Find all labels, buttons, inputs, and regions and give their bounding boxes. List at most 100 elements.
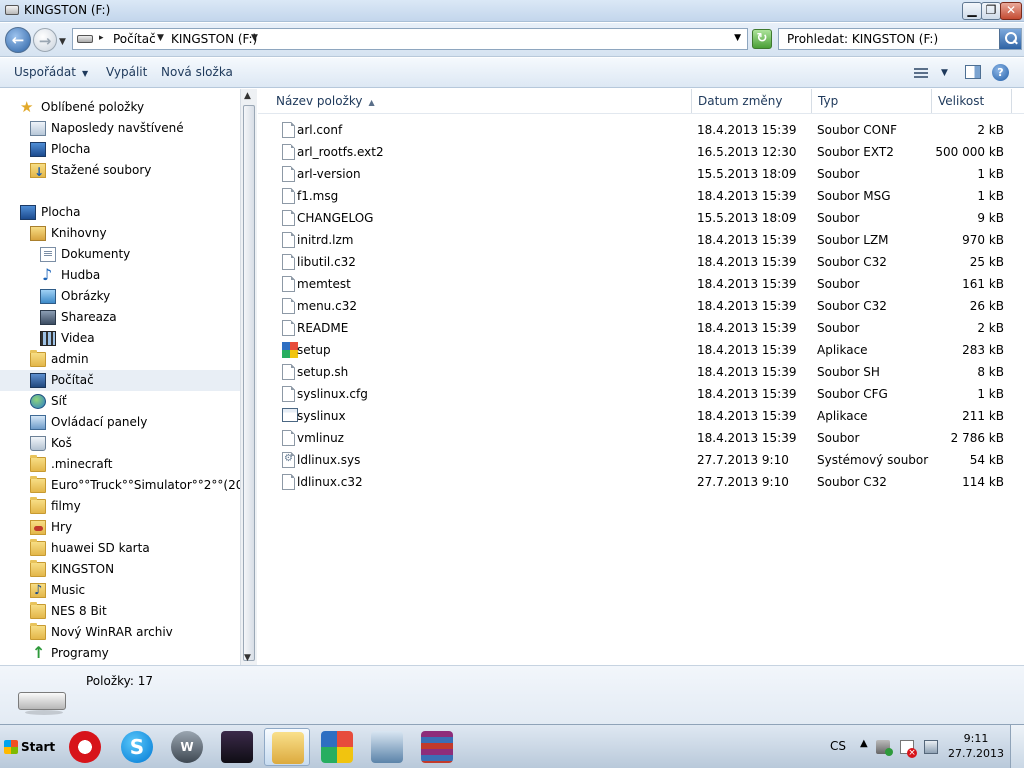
file-row[interactable]: setup 18.4.2013 15:39 Aplikace 283 kB (258, 339, 1024, 361)
file-row[interactable]: menu.c32 18.4.2013 15:39 Soubor C32 26 kB (258, 295, 1024, 317)
back-button[interactable]: ← (5, 27, 31, 53)
chevron-right-icon[interactable]: ▸ (99, 33, 104, 43)
column-header-name[interactable]: Název položky ▲ (270, 89, 692, 113)
nav-item[interactable]: admin (0, 349, 240, 370)
nav-scrollbar[interactable]: ▲ ▼ (240, 89, 257, 665)
forward-button[interactable]: → (33, 28, 57, 52)
navigation-pane: Oblíbené položky Naposledy navštívené Ploc… (0, 89, 257, 665)
nav-item[interactable]: huawei SD karta (0, 538, 240, 559)
file-row[interactable]: setup.sh 18.4.2013 15:39 Soubor SH 8 kB (258, 361, 1024, 383)
taskbar-app-skype[interactable]: S (114, 728, 160, 766)
pictures-icon (40, 289, 56, 304)
trash-icon (30, 436, 46, 451)
file-row[interactable]: CHANGELOG 15.5.2013 18:09 Soubor 9 kB (258, 207, 1024, 229)
nav-item[interactable]: Plocha (0, 202, 240, 223)
minimize-button[interactable]: ▁ (962, 2, 982, 20)
column-header-date[interactable]: Datum změny (692, 89, 812, 113)
recent-pages-dropdown[interactable]: ▼ (59, 37, 66, 47)
file-row[interactable]: syslinux.cfg 18.4.2013 15:39 Soubor CFG 1 k… (258, 383, 1024, 405)
scroll-up-icon[interactable]: ▲ (244, 91, 251, 101)
nav-item[interactable]: Euro°°Truck°°Simulator°°2°°(2012)° (0, 475, 240, 496)
file-row[interactable]: vmlinuz 18.4.2013 15:39 Soubor 2 786 kB (258, 427, 1024, 449)
file-row[interactable]: libutil.c32 18.4.2013 15:39 Soubor C32 25 k… (258, 251, 1024, 273)
network-tray-icon[interactable] (924, 740, 938, 754)
taskbar-app-opera[interactable] (62, 728, 108, 766)
taskbar-app-world-of-tanks[interactable]: W (164, 728, 210, 766)
nav-item[interactable]: Dokumenty (0, 244, 240, 265)
file-row[interactable]: f1.msg 18.4.2013 15:39 Soubor MSG 1 kB (258, 185, 1024, 207)
help-icon[interactable]: ? (992, 64, 1009, 81)
nav-item[interactable]: Stažené soubory (0, 160, 240, 181)
search-icon[interactable] (999, 29, 1021, 49)
view-options-icon[interactable] (914, 67, 928, 79)
file-name: ldlinux.sys (297, 453, 361, 467)
organize-button[interactable]: Uspořádat ▼ (14, 65, 88, 79)
nav-item[interactable]: Naposledy navštívené (0, 118, 240, 139)
chevron-down-icon[interactable]: ▼ (941, 68, 948, 78)
file-row[interactable]: arl_rootfs.ext2 16.5.2013 12:30 Soubor EXT… (258, 141, 1024, 163)
nav-item[interactable]: Ovládací panely (0, 412, 240, 433)
taskbar-app-avatar[interactable] (214, 728, 260, 766)
close-button[interactable]: ✕ (1000, 2, 1022, 20)
file-row[interactable]: arl-version 15.5.2013 18:09 Soubor 1 kB (258, 163, 1024, 185)
nav-item[interactable]: Koš (0, 433, 240, 454)
nav-item[interactable]: Oblíbené položky (0, 97, 240, 118)
nav-item-label: Plocha (51, 142, 91, 156)
nav-item[interactable]: Počítač (0, 370, 240, 391)
nav-item-label: Síť (51, 394, 67, 408)
address-field[interactable]: ▸ Počítač ▼ KINGSTON (F:) ▼ ▼ (72, 28, 748, 50)
file-row[interactable]: README 18.4.2013 15:39 Soubor 2 kB (258, 317, 1024, 339)
nav-item[interactable]: filmy (0, 496, 240, 517)
nav-item[interactable]: Hudba (0, 265, 240, 286)
nav-item[interactable]: Síť (0, 391, 240, 412)
scroll-thumb[interactable] (243, 105, 255, 661)
nav-item[interactable]: Obrázky (0, 286, 240, 307)
nav-item[interactable]: Plocha (0, 139, 240, 160)
file-row[interactable]: arl.conf 18.4.2013 15:39 Soubor CONF 2 kB (258, 119, 1024, 141)
burn-button[interactable]: Vypálit (106, 65, 147, 79)
breadcrumb-drive[interactable]: KINGSTON (F:) (171, 32, 257, 46)
title-bar: KINGSTON (F:) ▁ ❐ ✕ (0, 0, 1024, 22)
taskbar-app-winrar[interactable] (414, 728, 460, 766)
search-input[interactable]: Prohledat: KINGSTON (F:) (778, 28, 1022, 50)
nav-item[interactable]: Videa (0, 328, 240, 349)
file-date: 18.4.2013 15:39 (697, 189, 797, 203)
file-row[interactable]: syslinux 18.4.2013 15:39 Aplikace 211 kB (258, 405, 1024, 427)
clock[interactable]: 9:11 27.7.2013 (946, 731, 1006, 761)
file-row[interactable]: memtest 18.4.2013 15:39 Soubor 161 kB (258, 273, 1024, 295)
file-type: Soubor (817, 211, 860, 225)
file-row[interactable]: initrd.lzm 18.4.2013 15:39 Soubor LZM 970 k… (258, 229, 1024, 251)
refresh-button[interactable]: ↻ (752, 29, 772, 49)
column-header-size[interactable]: Velikost (932, 89, 1012, 113)
nav-item[interactable]: Hry (0, 517, 240, 538)
address-history-dropdown[interactable]: ▼ (734, 33, 741, 43)
tray-expand-icon[interactable]: ▲ (860, 738, 868, 749)
nav-item[interactable]: Shareaza (0, 307, 240, 328)
taskbar-app-explorer[interactable] (264, 728, 310, 766)
nav-item[interactable]: Programy (0, 643, 240, 664)
language-indicator[interactable]: CS (830, 739, 846, 753)
nav-item[interactable]: .minecraft (0, 454, 240, 475)
file-name: menu.c32 (297, 299, 357, 313)
maximize-button[interactable]: ❐ (981, 2, 1001, 20)
column-header-type[interactable]: Typ (812, 89, 932, 113)
preview-pane-icon[interactable] (965, 65, 981, 79)
taskbar-app-avast[interactable] (314, 728, 360, 766)
chevron-down-icon[interactable]: ▼ (157, 33, 164, 43)
action-center-icon[interactable] (900, 740, 917, 758)
file-row[interactable]: ldlinux.c32 27.7.2013 9:10 Soubor C32 114 k… (258, 471, 1024, 493)
scroll-down-icon[interactable]: ▼ (244, 653, 251, 663)
nav-item[interactable]: Knihovny (0, 223, 240, 244)
show-desktop-button[interactable] (1010, 725, 1024, 768)
taskbar-app-network-app[interactable] (364, 728, 410, 766)
safely-remove-icon[interactable] (876, 740, 893, 756)
nav-item[interactable]: Music (0, 580, 240, 601)
chevron-down-icon[interactable]: ▼ (251, 33, 258, 43)
nav-item[interactable]: Nový WinRAR archiv (0, 622, 240, 643)
start-button[interactable]: Start (2, 731, 55, 763)
file-row[interactable]: ldlinux.sys 27.7.2013 9:10 Systémový soubo… (258, 449, 1024, 471)
new-folder-button[interactable]: Nová složka (161, 65, 233, 79)
breadcrumb-computer[interactable]: Počítač (113, 32, 156, 46)
nav-item[interactable]: NES 8 Bit (0, 601, 240, 622)
nav-item[interactable]: KINGSTON (0, 559, 240, 580)
